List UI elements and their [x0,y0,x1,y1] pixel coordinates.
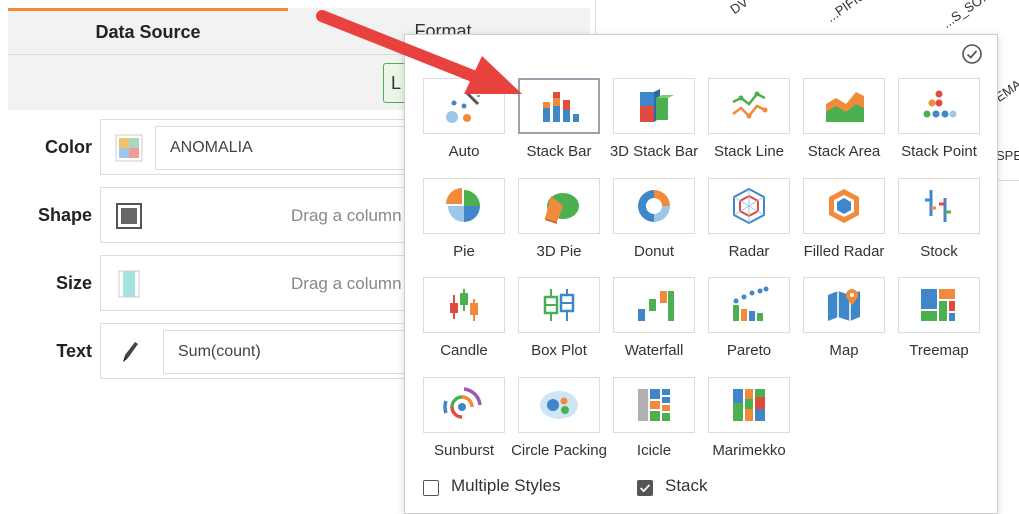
check-circle-icon[interactable] [961,43,983,65]
stack-point-icon [923,90,957,118]
chart-label-marimekko: Marimekko [712,442,786,459]
chart-tile-donut[interactable] [613,178,695,234]
shape-square-icon[interactable] [115,202,143,230]
3d-stack-bar-icon [640,89,674,122]
shape-label: Shape [37,204,92,225]
chart-label-candle: Candle [440,342,488,359]
treemap-icon [921,289,955,321]
sunburst-icon [443,387,482,419]
stack-bar-icon [543,92,579,122]
chart-label-stack-line: Stack Line [713,143,785,160]
column-header-1: DV [727,0,751,17]
chart-tile-treemap[interactable] [898,277,980,333]
chart-label-map: Map [829,342,859,359]
chart-tile-pie[interactable] [423,178,505,234]
shape-placeholder: Drag a column [291,206,402,225]
chart-label-stock: Stock [920,243,958,260]
waterfall-icon [638,291,674,321]
pie-icon [446,188,480,222]
chart-tile-stock[interactable] [898,178,980,234]
chart-tile-box-plot[interactable] [518,277,600,333]
stack-label: Stack [665,476,708,495]
column-header-3: ...S_SO... [939,0,995,31]
tab-data-source[interactable]: Data Source [8,8,288,54]
3d-pie-icon [545,193,579,224]
circle-packing-icon [540,391,578,419]
chart-label-sunburst: Sunburst [433,442,495,459]
chart-tile-auto[interactable] [423,78,505,134]
chart-label-pareto: Pareto [726,342,772,359]
chart-label-stack-area: Stack Area [807,143,881,160]
donut-icon [638,190,670,222]
pareto-icon [733,286,769,321]
chart-tile-pareto[interactable] [708,277,790,333]
chart-tile-candle[interactable] [423,277,505,333]
chart-tile-3d-stack-bar[interactable] [613,78,695,134]
filled-radar-icon [829,189,859,223]
chart-tile-waterfall[interactable] [613,277,695,333]
column-header-2: ...PIFIU... [823,0,877,25]
multiple-styles-checkbox[interactable] [423,480,439,496]
chart-tile-stack-area[interactable] [803,78,885,134]
chart-tile-circle-packing[interactable] [518,377,600,433]
chart-label-auto: Auto [448,143,480,160]
chart-tile-stack-bar[interactable] [518,78,600,134]
chart-label-icicle: Icicle [636,442,672,459]
size-bar-icon[interactable] [115,270,143,298]
chart-label-stack-point: Stack Point [901,143,977,160]
chart-type-popup: Auto Stack Bar 3D Stack Bar Stack Line S… [404,34,998,514]
chart-label-filled-radar: Filled Radar [803,243,885,260]
stack-line-icon [732,91,768,119]
chart-tile-radar[interactable] [708,178,790,234]
column-header-5: SPE [996,148,1019,163]
auto-icon [446,89,480,123]
icicle-icon [638,389,670,421]
chart-tile-sunburst[interactable] [423,377,505,433]
chart-label-treemap: Treemap [909,342,969,359]
chart-label-box-plot: Box Plot [531,342,587,359]
chart-tile-stack-point[interactable] [898,78,980,134]
chart-label-waterfall: Waterfall [624,342,684,359]
radar-icon [733,187,765,225]
color-palette-icon[interactable] [115,134,143,162]
pencil-icon[interactable] [115,338,143,366]
chart-tile-icicle[interactable] [613,377,695,433]
chart-tile-marimekko[interactable] [708,377,790,433]
chart-tile-map[interactable] [803,277,885,333]
box-plot-icon [543,289,575,321]
map-icon [828,289,860,321]
stack-checkbox[interactable] [637,480,653,496]
stock-icon [925,190,951,222]
chart-tile-filled-radar[interactable] [803,178,885,234]
chart-tile-3d-pie[interactable] [518,178,600,234]
color-label: Color [45,136,92,157]
chart-label-donut: Donut [633,243,675,260]
size-placeholder: Drag a column [291,274,402,293]
chart-tile-stack-line[interactable] [708,78,790,134]
size-label: Size [55,272,92,293]
text-label: Text [56,340,92,361]
chart-label-stack-bar: Stack Bar [526,143,592,160]
chart-label-3d-stack-bar: 3D Stack Bar [609,143,699,160]
marimekko-icon [733,389,765,421]
chart-label-3d-pie: 3D Pie [536,243,582,260]
candle-icon [450,289,478,321]
multiple-styles-label: Multiple Styles [451,476,561,495]
chart-label-pie: Pie [453,243,475,260]
chart-label-circle-packing: Circle Packing [511,442,607,459]
chart-label-radar: Radar [728,243,770,260]
stack-area-icon [826,92,864,122]
checkmark-icon [640,484,651,493]
